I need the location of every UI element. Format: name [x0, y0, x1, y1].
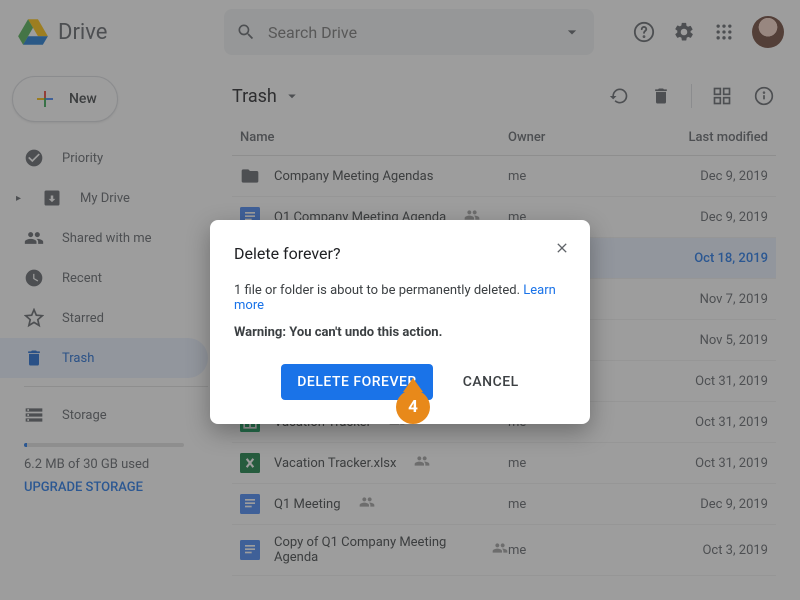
- modal-overlay[interactable]: Delete forever? 1 file or folder is abou…: [0, 0, 800, 600]
- dialog-warning: Warning: You can't undo this action.: [234, 325, 566, 340]
- dialog-title: Delete forever?: [234, 244, 566, 263]
- dialog-body: 1 file or folder is about to be permanen…: [234, 283, 566, 313]
- tutorial-callout: 4: [396, 378, 430, 424]
- callout-number: 4: [396, 390, 430, 424]
- cancel-button[interactable]: CANCEL: [463, 374, 519, 390]
- close-icon[interactable]: [554, 240, 570, 260]
